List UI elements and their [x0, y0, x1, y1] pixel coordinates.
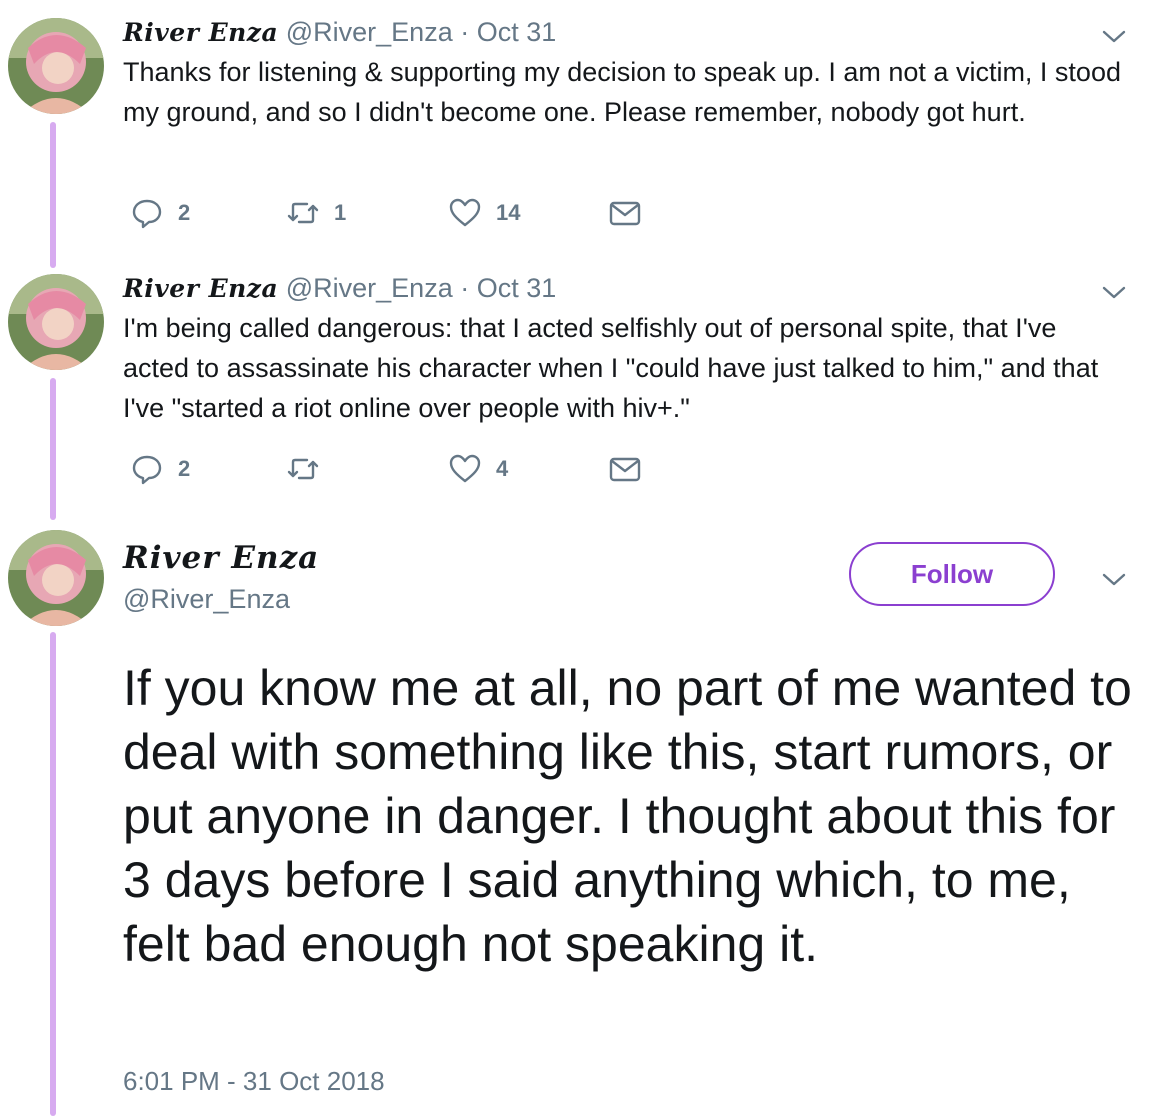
tweet-header: River Enza @River_Enza · Oct 31 — [123, 272, 556, 305]
reply-icon — [132, 455, 162, 485]
like-button[interactable]: 14 — [448, 196, 520, 230]
retweet-button[interactable]: 1 — [286, 196, 346, 230]
separator: · — [460, 273, 470, 303]
avatar[interactable] — [8, 18, 104, 114]
chevron-down-icon[interactable] — [1100, 565, 1128, 593]
reply-button[interactable]: 2 — [130, 452, 190, 486]
direct-message-button[interactable] — [608, 452, 656, 486]
tweet-text: I'm being called dangerous: that I acted… — [123, 313, 1106, 423]
separator: · — [460, 17, 470, 47]
avatar[interactable] — [8, 530, 104, 626]
heart-icon — [449, 198, 481, 227]
reply-count: 2 — [178, 200, 191, 225]
tweet-actions: 2 1 14 — [130, 196, 670, 230]
reply-count: 2 — [178, 456, 191, 481]
like-count: 14 — [496, 200, 521, 225]
display-name[interactable]: River Enza — [123, 18, 278, 47]
thread-tweet-2[interactable]: River Enza @River_Enza · Oct 31 I'm bein… — [0, 272, 1158, 514]
display-name[interactable]: River Enza — [123, 540, 319, 576]
envelope-icon — [609, 201, 641, 226]
follow-button[interactable]: Follow — [849, 542, 1055, 606]
reply-icon — [132, 199, 162, 229]
tweet-date[interactable]: Oct 31 — [477, 273, 557, 303]
envelope-icon — [609, 457, 641, 482]
user-handle[interactable]: @River_Enza — [123, 584, 290, 615]
like-button[interactable]: 4 — [448, 452, 508, 486]
user-handle[interactable]: @River_Enza — [286, 17, 453, 47]
retweet-icon — [287, 202, 319, 224]
tweet-timestamp[interactable]: 6:01 PM - 31 Oct 2018 — [123, 1066, 385, 1097]
tweet-actions: 2 4 — [130, 452, 670, 486]
thread-tweet-1[interactable]: River Enza @River_Enza · Oct 31 Thanks f… — [0, 16, 1158, 258]
retweet-count: 1 — [334, 200, 347, 225]
heart-icon — [449, 454, 481, 483]
like-count: 4 — [496, 456, 509, 481]
thread-connector-3 — [50, 632, 56, 1116]
user-handle[interactable]: @River_Enza — [286, 273, 453, 303]
chevron-down-icon[interactable] — [1100, 278, 1128, 306]
tweet-text: Thanks for listening & supporting my dec… — [123, 57, 1129, 127]
avatar[interactable] — [8, 274, 104, 370]
direct-message-button[interactable] — [608, 196, 656, 230]
tweet-date[interactable]: Oct 31 — [477, 17, 557, 47]
tweet-header: River Enza @River_Enza · Oct 31 — [123, 16, 556, 49]
retweet-button[interactable] — [286, 452, 334, 486]
reply-button[interactable]: 2 — [130, 196, 190, 230]
display-name[interactable]: River Enza — [123, 274, 278, 303]
chevron-down-icon[interactable] — [1100, 22, 1128, 50]
retweet-icon — [287, 458, 319, 480]
tweet-text: If you know me at all, no part of me wan… — [123, 660, 1132, 972]
